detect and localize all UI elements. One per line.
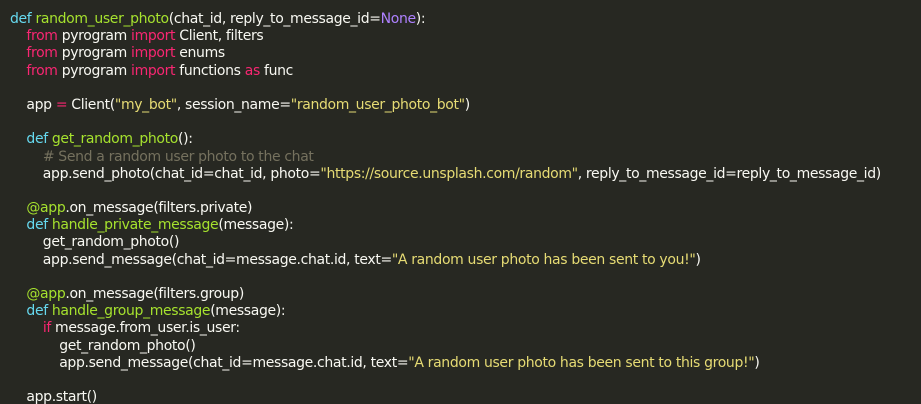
code-token: as <box>244 62 261 79</box>
code-token: "random_user_photo_bot" <box>290 96 465 113</box>
code-token: import <box>131 28 176 45</box>
code-line: app.send_photo(chat_id=chat_id, photo="h… <box>10 166 921 183</box>
code-token: from <box>26 62 58 79</box>
code-token: app.start() <box>10 389 97 404</box>
code-token: def <box>26 217 52 234</box>
code-line: def get_random_photo(): <box>10 131 921 148</box>
code-token: (): <box>177 131 193 148</box>
code-token: handle_group_message <box>51 303 211 320</box>
code-line: @app.on_message(filters.private) <box>10 200 921 217</box>
code-token: None <box>380 11 416 27</box>
code-token: "A random user photo has been sent to th… <box>408 354 755 371</box>
code-token: Client, filters <box>175 28 264 45</box>
code-token: # Send a random user photo to the chat <box>42 148 314 165</box>
code-token: from <box>26 45 58 62</box>
code-token: import <box>131 62 176 79</box>
code-token: .on_message(filters.group) <box>65 286 244 302</box>
code-line: app.send_message(chat_id=message.chat.id… <box>10 355 921 372</box>
code-token: @app <box>26 200 66 217</box>
code-token: app <box>10 96 56 113</box>
code-token: , reply_to_message_id=reply_to_message_i… <box>577 165 881 182</box>
code-line: app.send_message(chat_id=message.chat.id… <box>10 252 921 269</box>
code-token: if <box>42 320 51 337</box>
code-token: import <box>131 45 176 62</box>
code-token: get_random_photo() <box>10 337 196 354</box>
code-token: get_random_photo <box>51 131 178 148</box>
code-editor[interactable]: def random_user_photo(chat_id, reply_to_… <box>0 0 921 404</box>
code-line: # Send a random user photo to the chat <box>10 149 921 166</box>
code-token: handle_private_message <box>51 217 219 234</box>
code-token: .on_message(filters.private) <box>65 200 253 217</box>
code-token: def <box>26 303 52 320</box>
code-token: random_user_photo <box>35 11 169 27</box>
code-token: (message): <box>210 303 286 320</box>
code-token: ) <box>464 96 470 113</box>
code-token: "https://source.unsplash.com/random" <box>320 165 578 182</box>
code-token: (chat_id, reply_to_message_id= <box>168 11 381 27</box>
code-token: , session_name= <box>176 96 291 113</box>
code-line: from pyrogram import Client, filters <box>10 28 921 45</box>
code-line: if message.from_user.is_user: <box>10 320 921 337</box>
code-token: app.send_message(chat_id=message.chat.id… <box>10 251 392 268</box>
code-token: message.from_user.is_user: <box>50 320 240 337</box>
code-line: app.start() <box>10 389 921 404</box>
code-token: pyrogram <box>57 45 132 62</box>
code-line: def handle_group_message(message): <box>10 303 921 320</box>
code-token: @app <box>26 286 66 302</box>
code-line: from pyrogram import enums <box>10 45 921 62</box>
code-line: def random_user_photo(chat_id, reply_to_… <box>10 11 921 28</box>
code-token: enums <box>175 45 225 62</box>
code-token: app.send_message(chat_id=message.chat.id… <box>10 354 409 371</box>
code-token: ): <box>415 11 426 27</box>
code-token: func <box>259 62 293 79</box>
code-token: def <box>10 11 36 27</box>
code-token: "A random user photo has been sent to yo… <box>391 251 696 268</box>
code-token: ) <box>754 354 760 371</box>
code-token: from <box>26 28 58 45</box>
code-line: app = Client("my_bot", session_name="ran… <box>10 97 921 114</box>
code-line: def handle_private_message(message): <box>10 217 921 234</box>
code-token: functions <box>175 62 245 79</box>
code-token: ) <box>695 251 701 268</box>
code-token: Client( <box>67 96 115 113</box>
code-token: def <box>26 131 52 148</box>
code-token: (message): <box>218 217 294 234</box>
code-line: get_random_photo() <box>10 338 921 355</box>
code-line: get_random_photo() <box>10 234 921 251</box>
code-line: @app.on_message(filters.group) <box>10 286 921 303</box>
code-token: get_random_photo() <box>10 234 180 251</box>
code-token: pyrogram <box>57 28 132 45</box>
code-token: "my_bot" <box>114 96 177 113</box>
code-line: from pyrogram import functions as func <box>10 63 921 80</box>
code-token: = <box>55 96 68 113</box>
code-token: pyrogram <box>57 62 132 79</box>
code-token: app.send_photo(chat_id=chat_id, photo= <box>10 165 321 182</box>
